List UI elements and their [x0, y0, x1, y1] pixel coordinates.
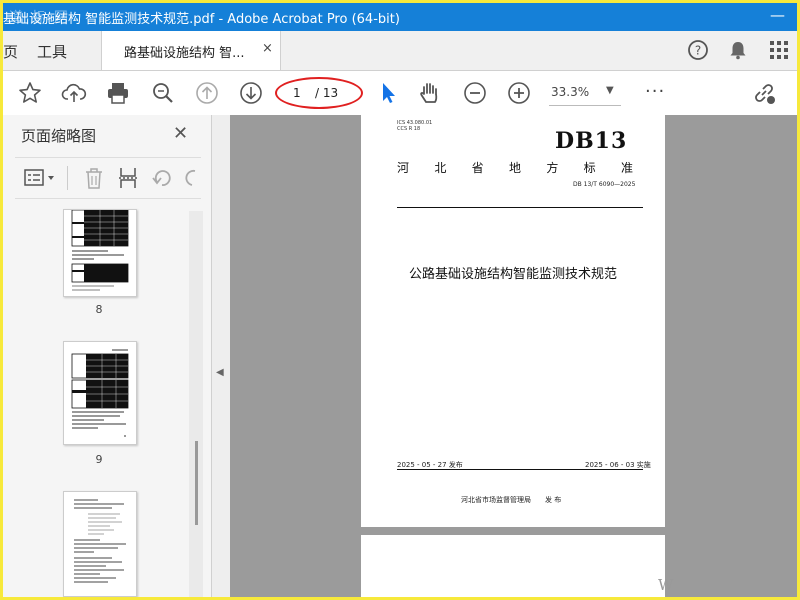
panel-title: 页面缩略图 — [21, 127, 97, 145]
page-thumbnails-panel: 页面缩略图 ✕ 8 9 — [3, 115, 211, 597]
hand-icon[interactable] — [417, 80, 443, 106]
thumbnail-10-preview — [74, 499, 126, 583]
document-view[interactable]: ICS 43.080.01 CCS R 18 DB13 河 北 省 地 方 标 … — [230, 115, 797, 597]
document-page-2 — [361, 535, 665, 597]
chevron-down-icon[interactable]: ▼ — [606, 85, 614, 96]
heading-char: 北 — [434, 161, 447, 175]
corner-watermark: W — [658, 576, 674, 594]
share-link-icon[interactable] — [751, 80, 777, 106]
ics-ccs-codes: ICS 43.080.01 CCS R 18 — [397, 120, 432, 132]
standard-category-heading: 河 北 省 地 方 标 准 — [397, 159, 633, 176]
zoom-level-value[interactable]: 33.3% — [551, 85, 589, 99]
insert-page-icon[interactable] — [117, 166, 139, 190]
print-icon[interactable] — [105, 80, 131, 106]
acrobat-window: 基础设施结构 智能监测技术规范.pdf - Adobe Acrobat Pro … — [3, 3, 797, 597]
thumbnail-scrollbar-thumb[interactable] — [195, 441, 198, 525]
more-tools-button[interactable]: ··· — [645, 81, 665, 102]
apps-grid-icon[interactable] — [768, 39, 790, 61]
tab-home[interactable]: 页 — [3, 41, 18, 62]
document-title: 公路基础设施结构智能监测技术规范 — [408, 267, 617, 282]
close-panel-button[interactable]: ✕ — [173, 123, 188, 144]
header-rule — [397, 207, 643, 208]
footer-rule — [397, 469, 643, 470]
toolbar-separator — [67, 166, 68, 190]
title-bar: 基础设施结构 智能监测技术规范.pdf - Adobe Acrobat Pro … — [3, 3, 797, 31]
collapse-panel-icon[interactable]: ◀ — [216, 367, 224, 378]
panel-toolbar — [15, 157, 201, 199]
ccs-code: CCS R 18 — [397, 126, 421, 132]
undo-icon[interactable] — [151, 167, 173, 189]
tab-document[interactable]: 路基础设施结构 智... × — [101, 31, 281, 70]
star-icon[interactable] — [17, 80, 43, 106]
thumbnail-9-preview — [71, 349, 129, 437]
main-toolbar: 1 / 13 33.3% ▼ ··· — [3, 71, 797, 116]
zoom-search-icon[interactable] — [150, 80, 176, 106]
tab-tools[interactable]: 工具 — [37, 41, 67, 62]
select-arrow-icon[interactable] — [375, 80, 401, 106]
document-tab-label: 路基础设施结构 智... — [124, 46, 245, 61]
heading-char: 省 — [471, 161, 484, 175]
redo-icon[interactable] — [183, 167, 201, 189]
page-thumbnail-9[interactable] — [63, 341, 137, 445]
page-thumbnail-8[interactable] — [63, 209, 137, 297]
panel-divider[interactable] — [211, 115, 230, 597]
zoom-in-icon[interactable] — [506, 80, 532, 106]
thumbnail-options-icon[interactable] — [23, 167, 59, 189]
svg-text:?: ? — [695, 44, 701, 58]
cloud-upload-icon[interactable] — [61, 80, 87, 106]
highlight-ellipse — [275, 77, 363, 109]
tab-bar: 页 工具 路基础设施结构 智... × ? — [3, 31, 797, 71]
db-standard-logo: DB13 — [555, 128, 628, 154]
page-up-icon[interactable] — [194, 80, 220, 106]
heading-char: 标 — [583, 161, 596, 175]
standard-number: DB 13/T 6090—2025 — [573, 181, 636, 188]
heading-char: 地 — [508, 161, 521, 175]
heading-char: 方 — [546, 161, 559, 175]
publisher: 河北省市场监督管理局 发 布 — [461, 496, 562, 504]
minimize-button[interactable]: — — [770, 6, 785, 24]
zoom-field-underline — [549, 105, 621, 106]
bell-icon[interactable] — [727, 39, 749, 61]
thumbnail-8-preview — [71, 209, 129, 291]
delete-icon[interactable] — [83, 166, 105, 190]
thumbnail-scrollbar[interactable] — [189, 211, 203, 597]
zoom-out-icon[interactable] — [462, 80, 488, 106]
heading-char: 河 — [397, 161, 410, 175]
page-down-icon[interactable] — [238, 80, 264, 106]
watermark-logo: 道 标 网 — [9, 10, 70, 26]
page-thumbnail-10[interactable] — [63, 491, 137, 597]
thumbnail-8-label: 8 — [95, 303, 103, 316]
heading-char: 准 — [620, 161, 633, 175]
help-icon[interactable]: ? — [687, 39, 709, 61]
close-tab-button[interactable]: × — [262, 41, 273, 56]
thumbnail-9-label: 9 — [95, 453, 103, 466]
document-page-1: ICS 43.080.01 CCS R 18 DB13 河 北 省 地 方 标 … — [361, 115, 665, 527]
